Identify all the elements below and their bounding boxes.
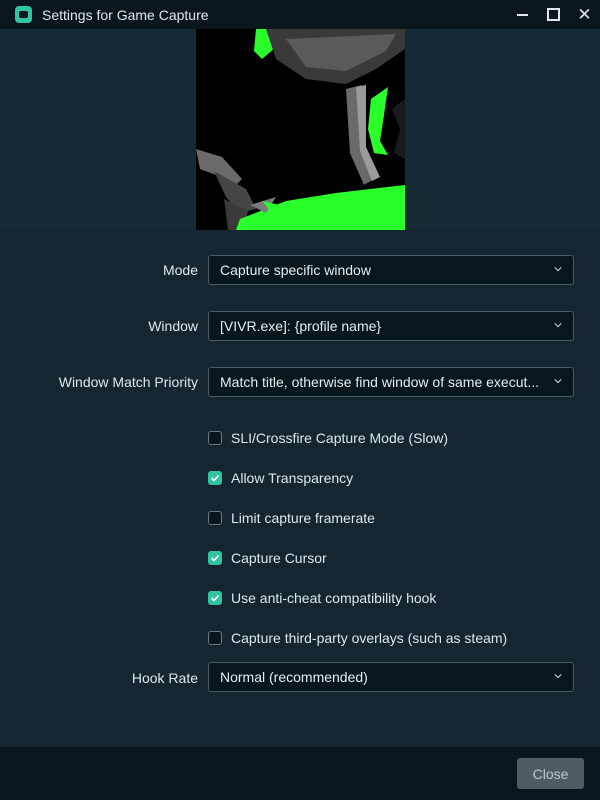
checkmark-icon <box>210 474 220 482</box>
checkbox-sli-crossfire[interactable]: SLI/Crossfire Capture Mode (Slow) <box>208 429 448 447</box>
mode-select[interactable]: Capture specific window <box>208 255 574 285</box>
window-select[interactable]: [VIVR.exe]: {profile name} <box>208 311 574 341</box>
chevron-down-icon <box>554 379 562 384</box>
window-title: Settings for Game Capture <box>42 6 209 23</box>
checkbox-allow-transparency[interactable]: Allow Transparency <box>208 469 353 487</box>
settings-panel: Mode Capture specific window Window [VIV… <box>0 230 600 747</box>
app-icon <box>15 6 32 23</box>
match-priority-select[interactable]: Match title, otherwise find window of sa… <box>208 367 574 397</box>
checkbox-capture-cursor[interactable]: Capture Cursor <box>208 549 327 567</box>
mode-label: Mode <box>162 262 198 278</box>
checkbox-box[interactable] <box>208 591 222 605</box>
match-priority-value: Match title, otherwise find window of sa… <box>220 374 540 390</box>
checkbox-label: Use anti-cheat compatibility hook <box>231 590 437 606</box>
dialog-footer: Close <box>0 747 600 800</box>
checkbox-box[interactable] <box>208 431 222 445</box>
checkbox-box[interactable] <box>208 511 222 525</box>
chevron-down-icon <box>554 267 562 272</box>
chevron-down-icon <box>554 323 562 328</box>
checkbox-third-party-overlays[interactable]: Capture third-party overlays (such as st… <box>208 629 507 647</box>
window-label: Window <box>148 318 198 334</box>
window-controls: ✕ <box>507 0 600 29</box>
checkbox-box[interactable] <box>208 471 222 485</box>
capture-preview <box>196 29 405 230</box>
window-value: [VIVR.exe]: {profile name} <box>220 318 382 334</box>
hook-rate-label: Hook Rate <box>131 670 198 686</box>
hook-rate-value: Normal (recommended) <box>220 669 368 685</box>
preview-area <box>0 29 600 230</box>
checkmark-icon <box>210 594 220 602</box>
close-button[interactable]: Close <box>517 758 584 789</box>
checkbox-label: SLI/Crossfire Capture Mode (Slow) <box>231 430 449 446</box>
checkbox-box[interactable] <box>208 631 222 645</box>
mode-value: Capture specific window <box>220 262 371 278</box>
checkbox-box[interactable] <box>208 551 222 565</box>
checkbox-label: Capture third-party overlays (such as st… <box>231 630 508 646</box>
title-bar: Settings for Game Capture ✕ <box>0 0 600 29</box>
checkbox-label: Limit capture framerate <box>231 510 375 526</box>
match-priority-label: Window Match Priority <box>58 374 198 390</box>
checkbox-label: Allow Transparency <box>231 470 354 486</box>
checkbox-label: Capture Cursor <box>231 550 327 566</box>
maximize-icon[interactable] <box>538 0 569 29</box>
checkmark-icon <box>210 554 220 562</box>
minimize-icon[interactable] <box>507 0 538 29</box>
close-icon[interactable]: ✕ <box>569 0 600 29</box>
hook-rate-select[interactable]: Normal (recommended) <box>208 662 574 692</box>
chevron-down-icon <box>554 674 562 679</box>
checkbox-limit-framerate[interactable]: Limit capture framerate <box>208 509 375 527</box>
checkbox-anti-cheat-hook[interactable]: Use anti-cheat compatibility hook <box>208 589 436 607</box>
